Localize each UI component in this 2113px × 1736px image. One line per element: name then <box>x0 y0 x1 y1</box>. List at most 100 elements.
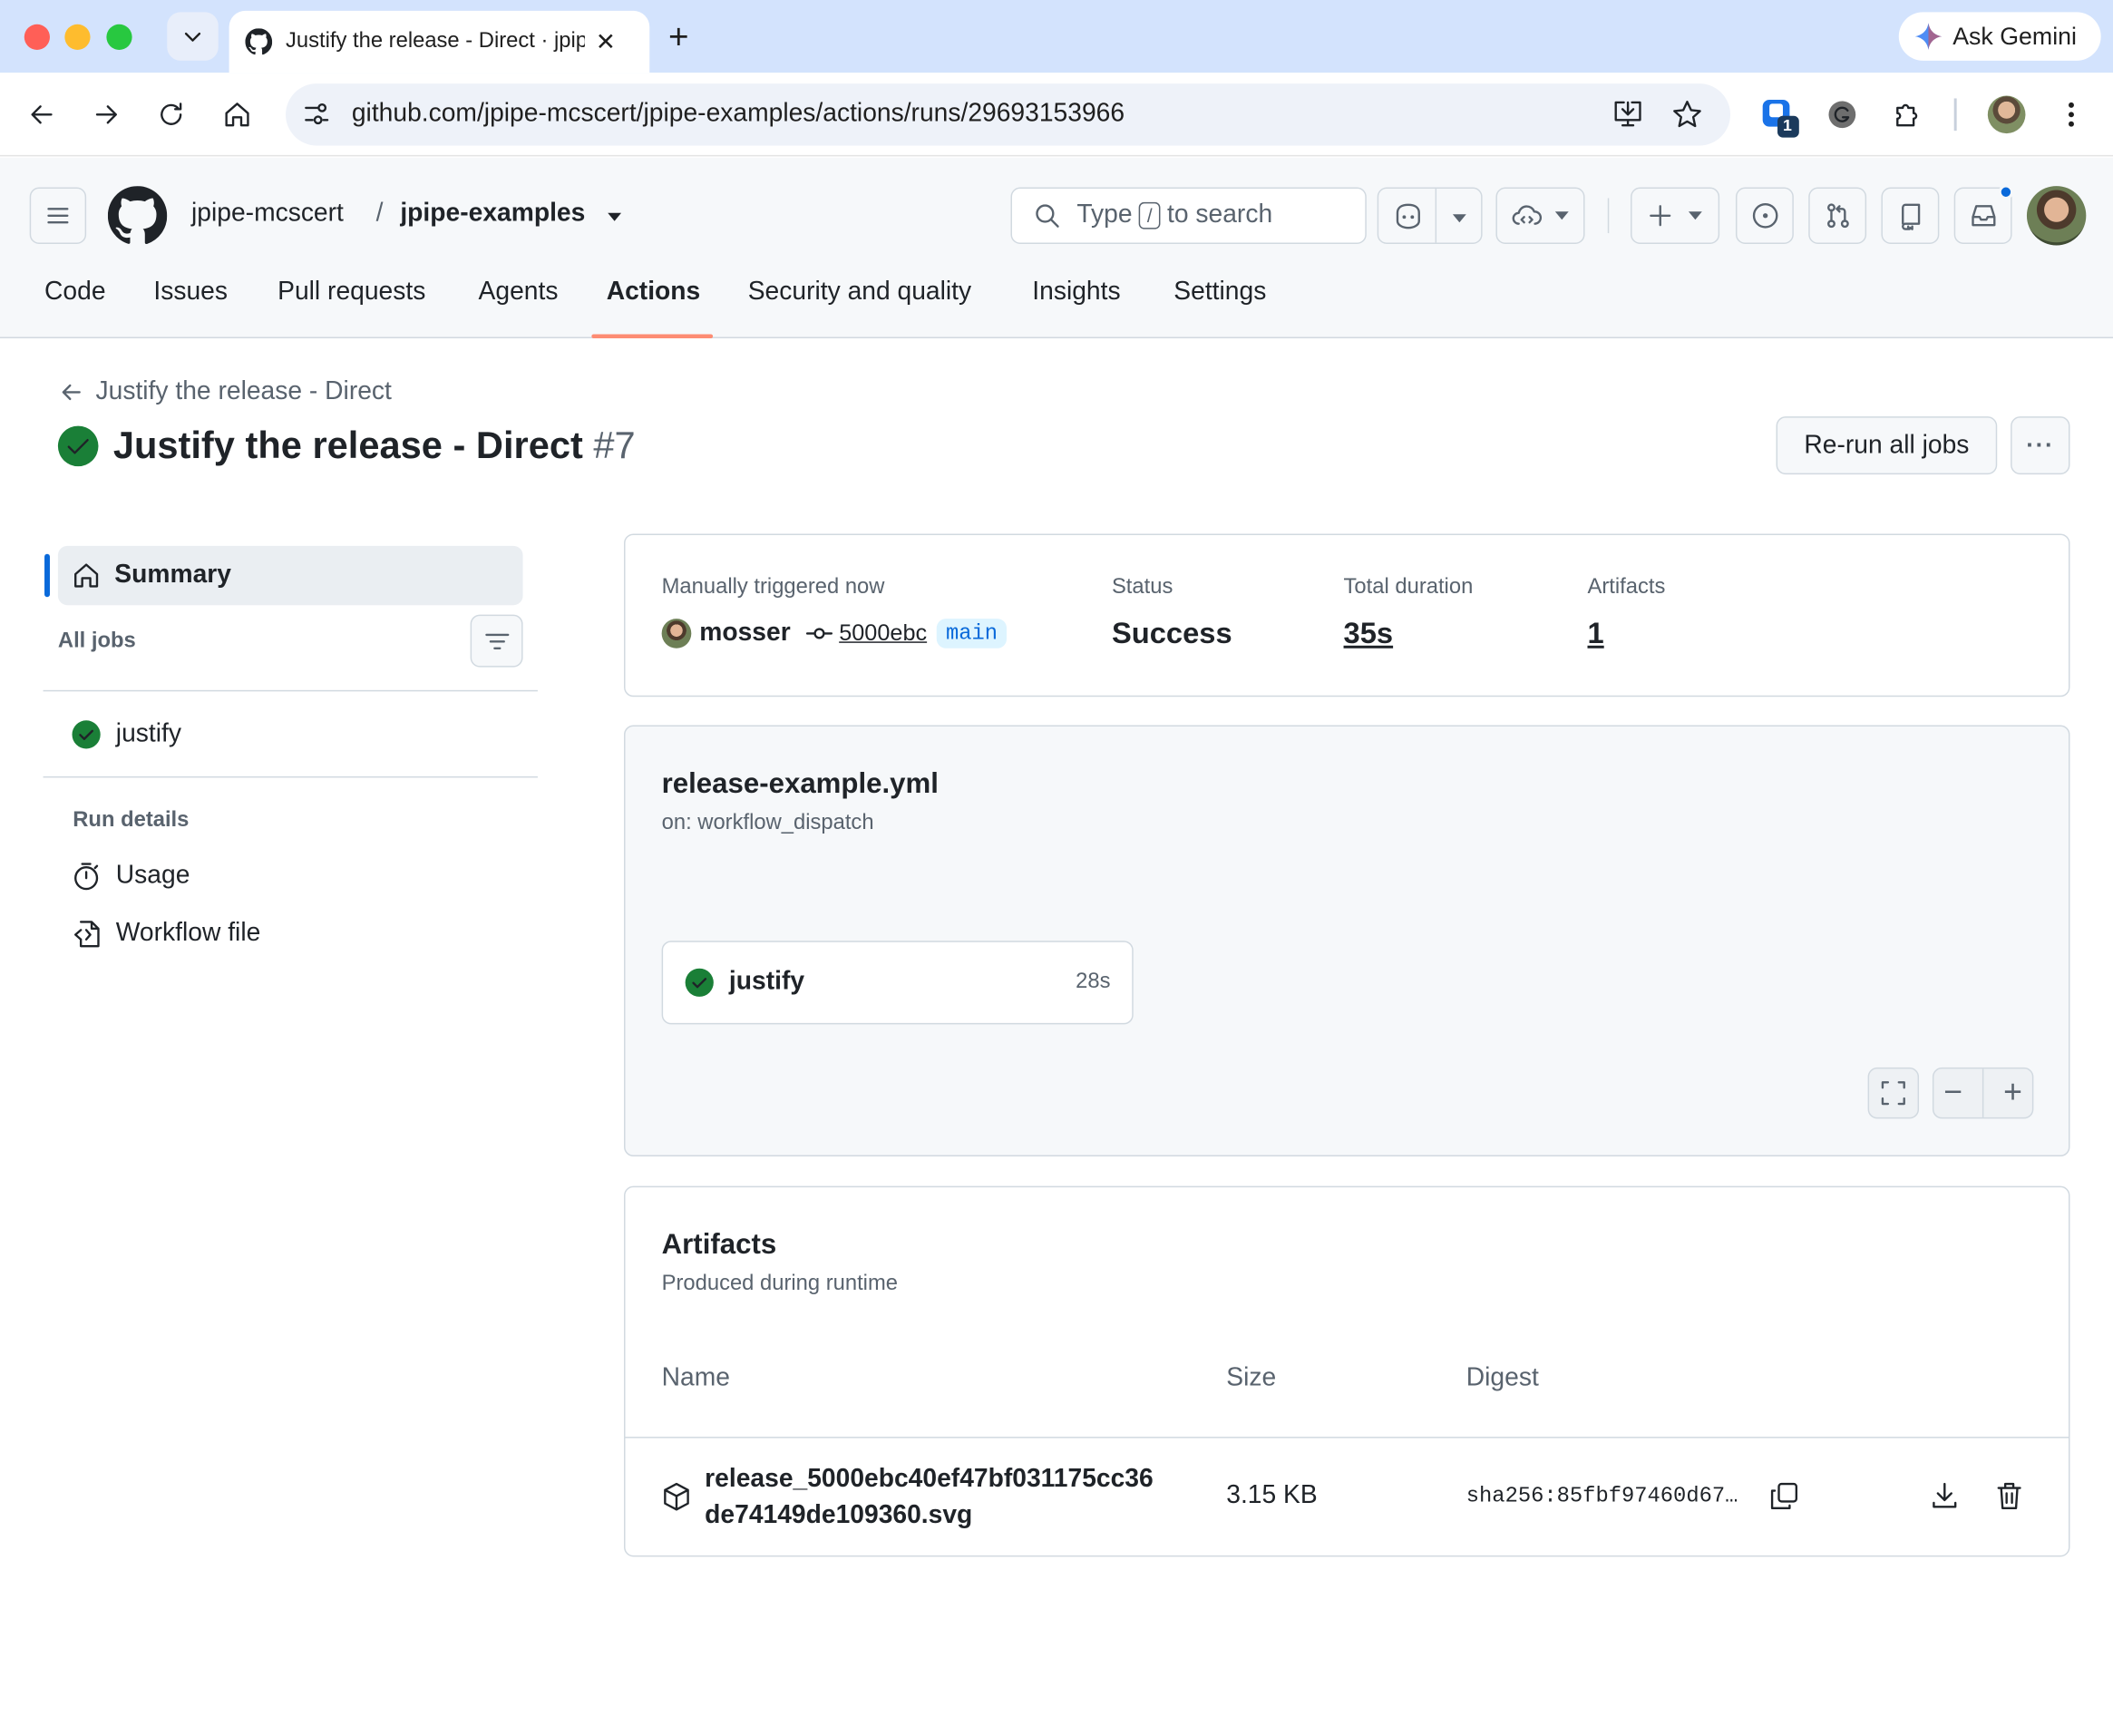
zoom-divider <box>1982 1068 1984 1117</box>
trash-icon <box>1997 1482 2021 1510</box>
copy-digest-button[interactable] <box>1768 1480 1801 1513</box>
close-tab-icon[interactable]: ✕ <box>596 27 616 55</box>
bookmark-star-icon[interactable] <box>1671 98 1704 131</box>
user-avatar[interactable] <box>2026 186 2087 246</box>
rerun-all-jobs-button[interactable]: Re-run all jobs <box>1776 416 1998 475</box>
run-title: Justify the release - Direct <box>112 424 583 467</box>
download-artifact-button[interactable] <box>1928 1480 1961 1513</box>
sidebar-job-label: justify <box>115 719 181 748</box>
extensions-puzzle-icon[interactable] <box>1892 98 1924 131</box>
back-button[interactable] <box>27 100 57 130</box>
package-icon <box>662 1481 692 1514</box>
repo-path-separator: / <box>375 199 384 229</box>
filter-icon <box>484 632 509 649</box>
zoom-in-button[interactable]: + <box>2003 1074 2022 1112</box>
extension-shield-button[interactable]: 1 <box>1760 96 1801 140</box>
more-options-button[interactable]: ··· <box>2011 416 2070 475</box>
column-header-size: Size <box>1226 1363 1277 1393</box>
issue-opened-icon <box>1752 202 1777 229</box>
breadcrumb-label: Justify the release - Direct <box>95 377 392 406</box>
grammarly-icon[interactable] <box>1827 100 1857 130</box>
artifacts-count-link[interactable]: 1 <box>1588 616 1604 651</box>
job-node-justify[interactable]: justify 28s <box>661 941 1134 1025</box>
copilot-button[interactable] <box>1377 187 1483 244</box>
tab-issues[interactable]: Issues <box>153 278 228 307</box>
forward-button[interactable] <box>92 100 122 130</box>
column-header-name: Name <box>661 1363 730 1393</box>
window-minimize-button[interactable] <box>64 24 91 50</box>
artifact-digest: sha256:85fbf97460d67… <box>1465 1484 1738 1508</box>
site-info-icon[interactable] <box>302 100 332 130</box>
url-text[interactable]: github.com/jpipe-mcscert/jpipe-examples/… <box>352 97 1125 132</box>
arrow-left-icon <box>62 384 81 401</box>
window-close-button[interactable] <box>24 24 50 50</box>
duration-link[interactable]: 35s <box>1344 616 1394 651</box>
notification-dot <box>1998 184 2014 200</box>
tab-search-button[interactable] <box>167 12 219 61</box>
create-new-button[interactable] <box>1631 187 1720 244</box>
search-shortcut-key: / <box>1138 201 1161 229</box>
fullscreen-button[interactable] <box>1867 1067 1920 1119</box>
repo-owner-link[interactable]: jpipe-mcscert <box>191 200 344 229</box>
issues-button[interactable] <box>1735 187 1794 244</box>
tab-pull-requests[interactable]: Pull requests <box>278 278 425 307</box>
home-button[interactable] <box>222 100 252 130</box>
artifact-name-link[interactable]: release_5000ebc40ef47bf031175cc36 de7414… <box>705 1461 1154 1534</box>
zoom-out-button[interactable]: − <box>1943 1074 1962 1112</box>
chevron-down-icon <box>184 32 201 42</box>
tab-settings[interactable]: Settings <box>1173 278 1266 307</box>
actor-avatar[interactable] <box>661 619 692 649</box>
github-favicon-icon <box>245 28 273 55</box>
delete-artifact-button[interactable] <box>1993 1480 2026 1513</box>
tab-insights[interactable]: Insights <box>1032 278 1120 307</box>
sidebar-item-summary[interactable]: Summary <box>57 545 523 606</box>
tab-security-and-quality[interactable]: Security and quality <box>748 278 971 307</box>
github-logo[interactable] <box>107 186 168 245</box>
artifact-name-line: de74149de109360.svg <box>705 1501 973 1530</box>
breadcrumb[interactable]: Justify the release - Direct <box>58 377 392 407</box>
column-header-digest: Digest <box>1465 1363 1539 1393</box>
run-details-heading: Run details <box>73 808 190 832</box>
repo-icon <box>1901 203 1920 230</box>
success-check-icon <box>56 424 100 468</box>
workflow-file-name[interactable]: release-example.yml <box>662 768 939 801</box>
extension-badge-icon <box>1762 99 1799 138</box>
install-app-icon[interactable] <box>1612 98 1644 131</box>
filter-jobs-button[interactable] <box>470 614 523 668</box>
ask-gemini-label: Ask Gemini <box>1952 22 2077 50</box>
commit-link[interactable]: 5000ebc <box>839 620 927 648</box>
pull-requests-button[interactable] <box>1808 187 1867 244</box>
branch-badge[interactable]: main <box>936 619 1008 649</box>
window-maximize-button[interactable] <box>106 24 132 50</box>
repositories-button[interactable] <box>1881 187 1940 244</box>
sidebar-item-label: Summary <box>114 561 232 590</box>
tab-code[interactable]: Code <box>44 278 105 307</box>
github-header <box>0 157 2113 338</box>
tab-agents[interactable]: Agents <box>479 278 559 307</box>
hamburger-menu-button[interactable] <box>29 187 87 244</box>
sidebar-item-workflow-file[interactable]: Workflow file <box>72 919 260 949</box>
reload-button[interactable] <box>156 100 186 130</box>
artifacts-label: Artifacts <box>1587 575 1666 599</box>
ask-gemini-button[interactable]: Ask Gemini <box>1898 12 2101 61</box>
table-divider <box>625 1437 2069 1439</box>
repo-name-link[interactable]: jpipe-examples <box>400 200 585 229</box>
tab-actions[interactable]: Actions <box>607 278 701 307</box>
github-mark-icon <box>107 186 168 245</box>
copy-icon <box>1770 1482 1798 1510</box>
actor-name[interactable]: mosser <box>699 619 790 649</box>
arrow-right-icon <box>95 105 117 124</box>
browser-menu-icon[interactable] <box>2058 98 2085 131</box>
git-commit-icon <box>805 628 833 639</box>
gemini-sparkle-icon <box>1914 23 1943 50</box>
repo-switcher-dropdown[interactable] <box>607 209 623 225</box>
search-input[interactable]: Type / to search <box>1010 187 1367 244</box>
codespaces-button[interactable] <box>1495 187 1585 244</box>
new-tab-button[interactable]: + <box>668 16 689 57</box>
sidebar-item-usage[interactable]: Usage <box>72 862 190 892</box>
git-pull-request-icon <box>1826 203 1849 229</box>
browser-tab-active[interactable]: Justify the release - Direct · jpipe-mcs… <box>229 10 650 73</box>
sidebar-job-justify[interactable]: justify <box>72 720 181 750</box>
profile-avatar[interactable] <box>1987 95 2026 134</box>
copilot-icon <box>1396 203 1420 229</box>
